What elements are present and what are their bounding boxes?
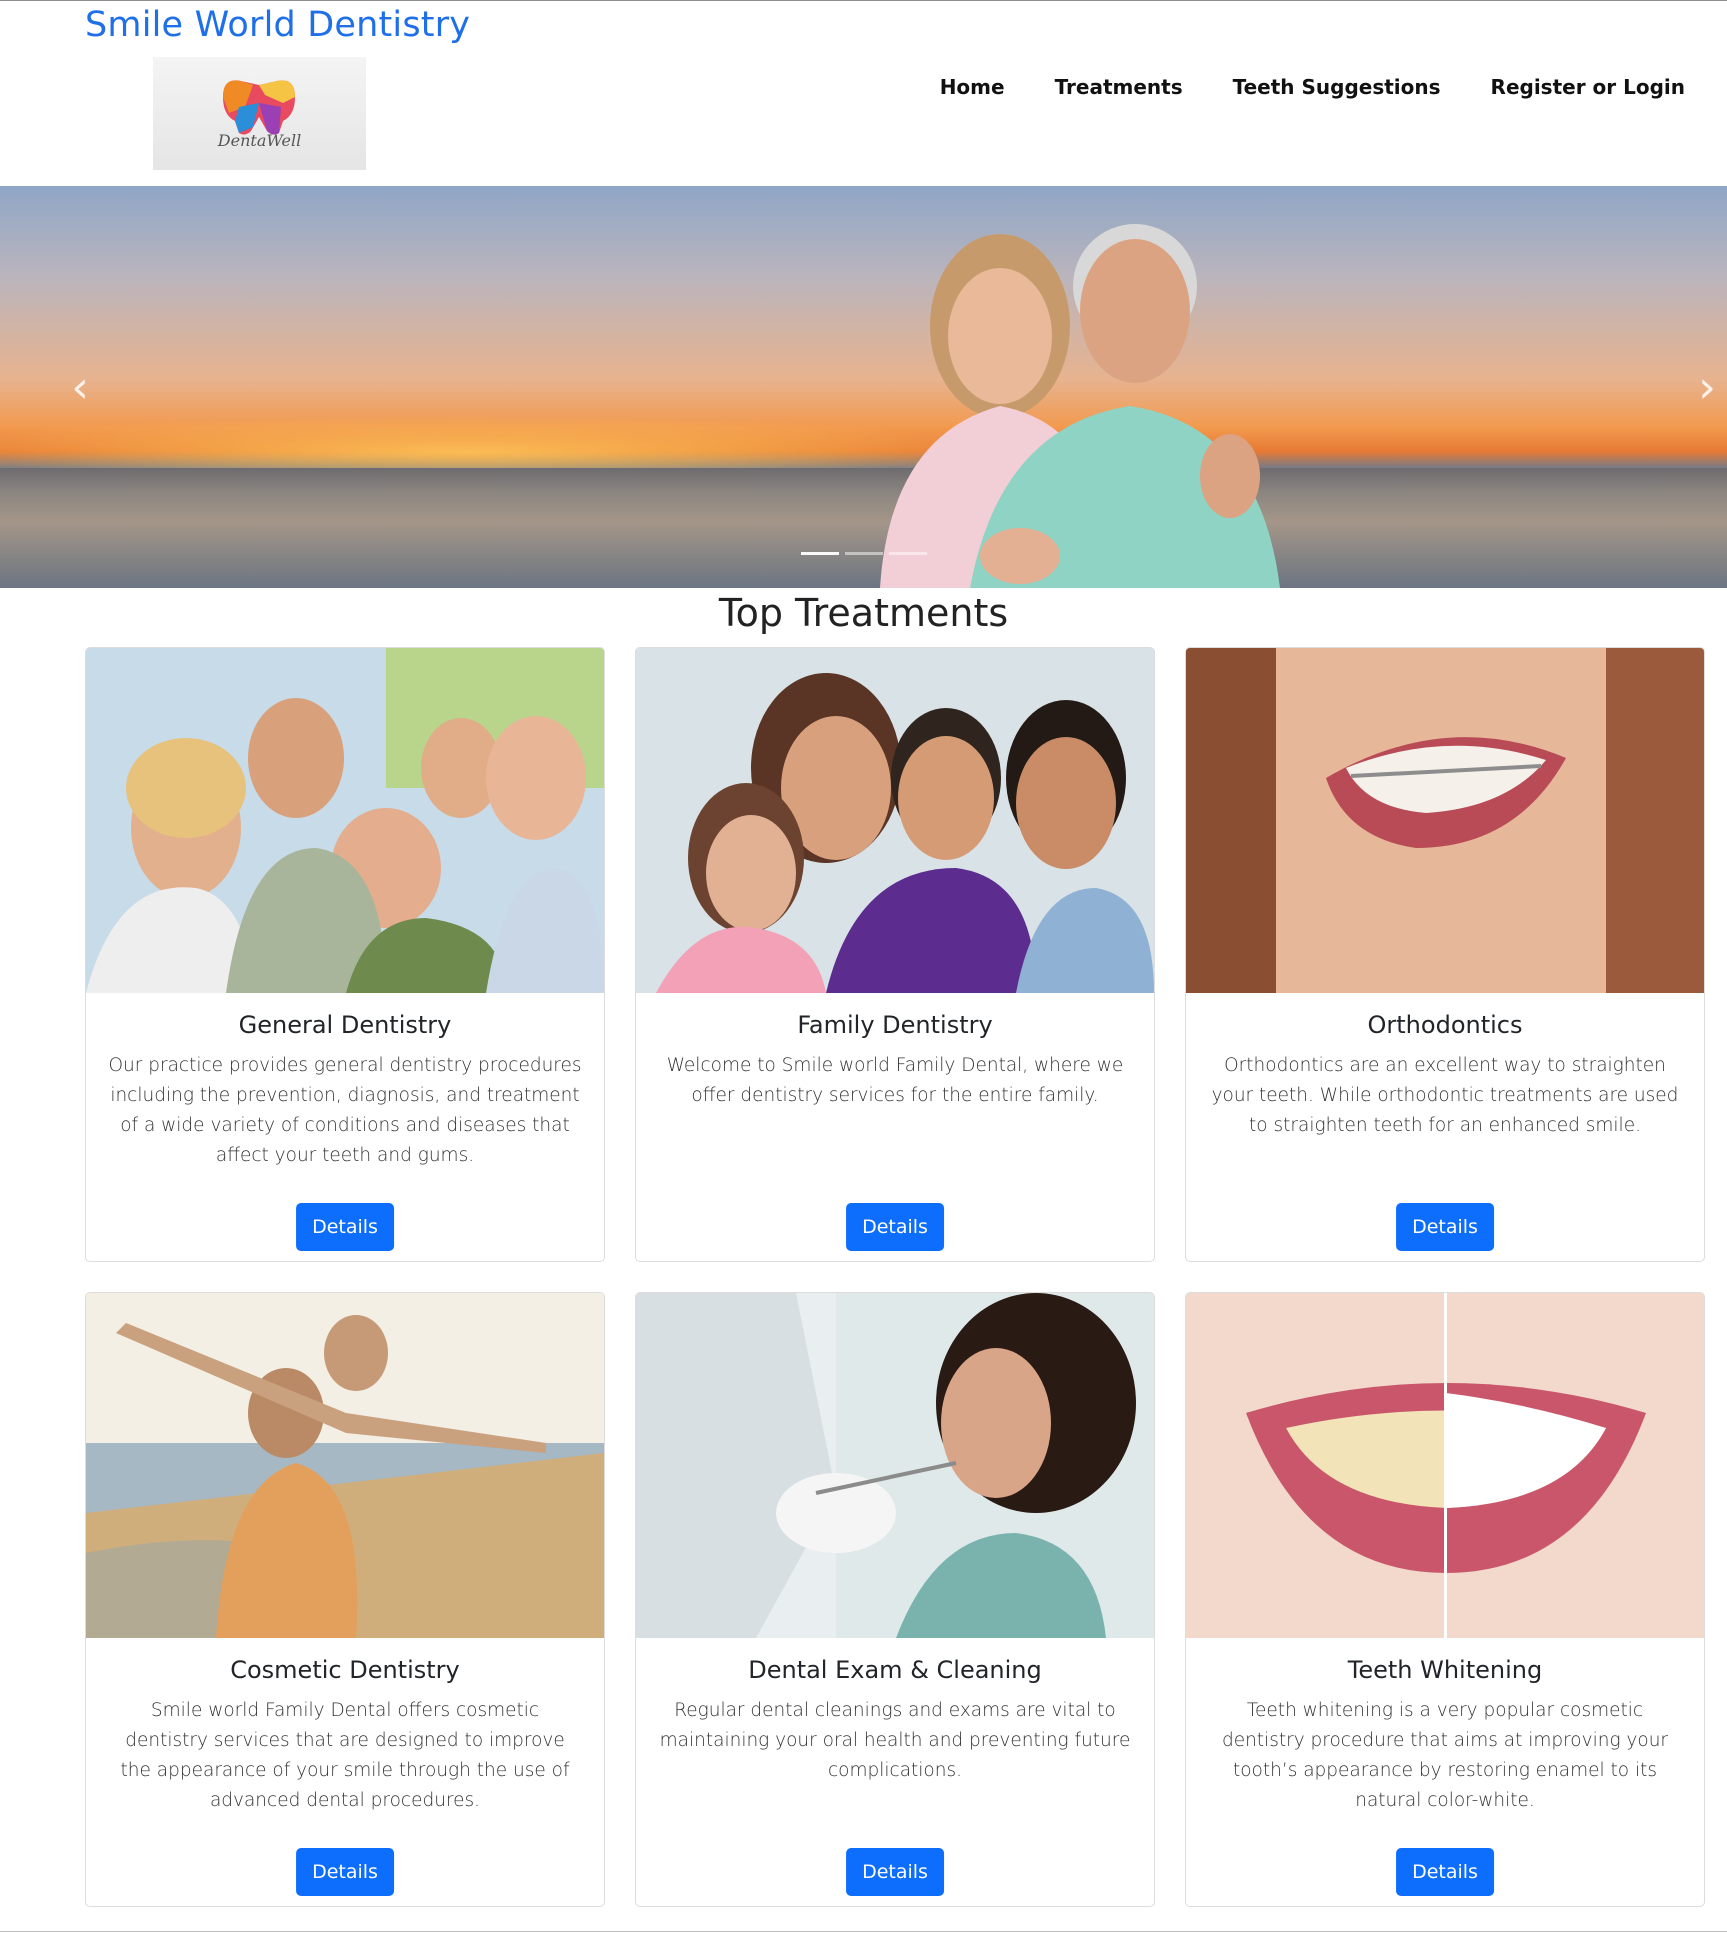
card-text: Teeth whitening is a very popular cosmet… [1221, 1700, 1669, 1811]
card-text: Our practice provides general dentistry … [108, 1055, 582, 1166]
hero-couple-image [880, 224, 1280, 588]
treatment-card: Family Dentistry Welcome to Smile world … [635, 647, 1155, 1262]
nav-home[interactable]: Home [940, 75, 1005, 99]
details-button[interactable]: Details [1396, 1203, 1494, 1251]
card-image [636, 648, 1154, 993]
treatment-card: Cosmetic Dentistry Smile world Family De… [85, 1292, 605, 1907]
section-title: Top Treatments [718, 591, 1009, 635]
carousel-indicator[interactable] [844, 552, 883, 555]
carousel-indicator[interactable] [888, 552, 927, 555]
chevron-left-icon: ‹ [71, 361, 89, 413]
details-button[interactable]: Details [296, 1203, 394, 1251]
hero-carousel [0, 186, 1727, 588]
treatment-card: Teeth Whitening Teeth whitening is a ver… [1185, 1292, 1705, 1907]
card-title: Cosmetic Dentistry [230, 1656, 460, 1684]
treatment-card: Dental Exam & Cleaning Regular dental cl… [635, 1292, 1155, 1907]
card-title: General Dentistry [238, 1011, 452, 1039]
details-button[interactable]: Details [846, 1848, 944, 1896]
nav-teeth-suggestions[interactable]: Teeth Suggestions [1233, 75, 1441, 99]
card-title: Family Dentistry [797, 1011, 993, 1039]
card-title: Orthodontics [1367, 1011, 1523, 1039]
logo-text: DentaWell [217, 131, 302, 150]
carousel-indicator[interactable] [800, 552, 839, 555]
carousel-indicators [0, 552, 1727, 555]
site-title-link[interactable]: Smile World Dentistry [85, 5, 470, 45]
card-text: Smile world Family Dental offers cosmeti… [120, 1700, 570, 1811]
tooth-logo-icon [223, 80, 295, 135]
card-text: Regular dental cleanings and exams are v… [659, 1700, 1131, 1781]
card-image [86, 648, 604, 993]
details-button[interactable]: Details [1396, 1848, 1494, 1896]
card-title: Dental Exam & Cleaning [748, 1656, 1042, 1684]
card-image [1186, 1293, 1704, 1638]
treatment-card: General Dentistry Our practice provides … [85, 647, 605, 1262]
card-image [86, 1293, 604, 1638]
card-image [1186, 648, 1704, 993]
carousel-next-button[interactable]: › [1687, 186, 1727, 588]
card-text: Welcome to Smile world Family Dental, wh… [666, 1055, 1124, 1106]
page-bottom-divider [0, 1931, 1727, 1932]
card-title: Teeth Whitening [1347, 1656, 1543, 1684]
card-text: Orthodontics are an excellent way to str… [1211, 1055, 1679, 1136]
page: Smile World Dentistry DentaWell Home Tre… [0, 0, 1727, 1934]
carousel-prev-button[interactable]: ‹ [60, 186, 100, 588]
chevron-right-icon: › [1698, 361, 1716, 413]
nav-register-login[interactable]: Register or Login [1491, 75, 1685, 99]
treatment-card: Orthodontics Orthodontics are an excelle… [1185, 647, 1705, 1262]
main-nav: Home Treatments Teeth Suggestions Regist… [890, 75, 1685, 99]
card-image [636, 1293, 1154, 1638]
nav-treatments[interactable]: Treatments [1055, 75, 1183, 99]
details-button[interactable]: Details [296, 1848, 394, 1896]
details-button[interactable]: Details [846, 1203, 944, 1251]
logo[interactable]: DentaWell [153, 57, 366, 170]
